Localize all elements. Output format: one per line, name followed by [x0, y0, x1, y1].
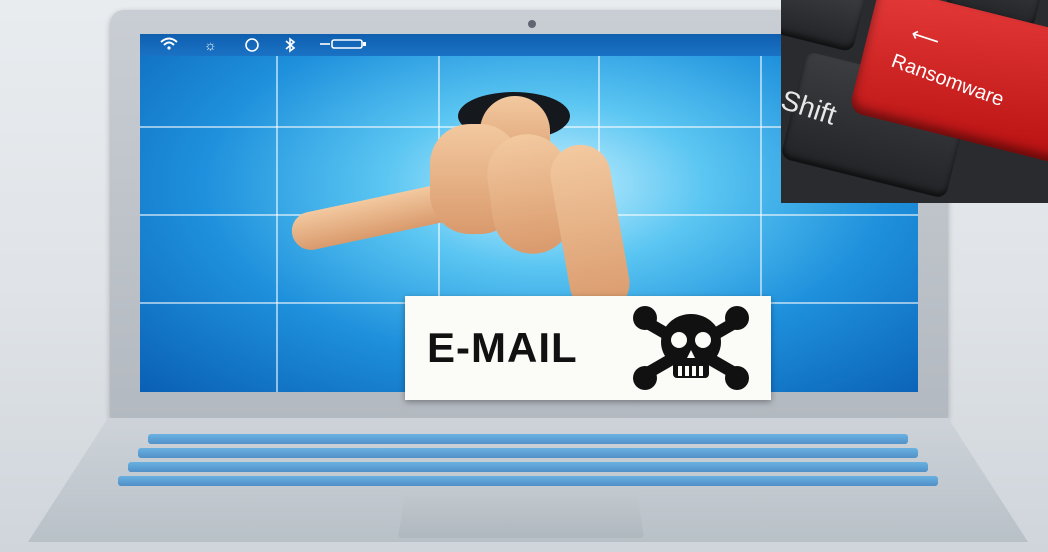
trackpad [398, 490, 644, 538]
brightness-icon: ☼ [204, 37, 217, 53]
email-card: E-MAIL [405, 296, 771, 400]
bluetooth-icon [284, 37, 296, 56]
screen-grid-line [276, 56, 278, 392]
keyboard-key [781, 0, 867, 53]
phishing-illustration: ☼ E-MAIL ⟵ Ransomware Shift [0, 0, 1048, 552]
skull-crossbones-icon [633, 306, 749, 390]
wifi-icon [160, 37, 178, 54]
webcam [528, 20, 536, 28]
laptop-keyboard [118, 428, 938, 490]
email-label: E-MAIL [427, 324, 578, 371]
battery-icon [320, 37, 370, 54]
ransomware-keyboard-inset: ⟵ Ransomware Shift [781, 0, 1048, 203]
compass-icon [244, 37, 260, 56]
